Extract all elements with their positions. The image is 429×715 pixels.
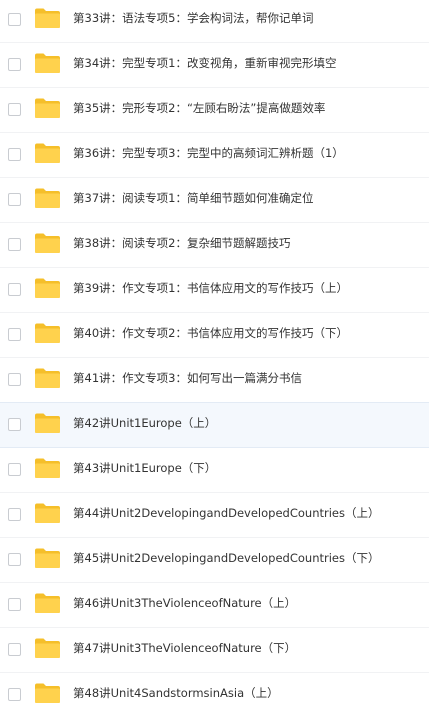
- select-checkbox[interactable]: [8, 598, 21, 611]
- file-name[interactable]: 第40讲：作文专项2：书信体应用文的写作技巧（下）: [73, 325, 348, 341]
- file-name[interactable]: 第33讲：语法专项5：学会构词法，帮你记单词: [73, 10, 313, 26]
- select-checkbox[interactable]: [8, 193, 21, 206]
- file-name[interactable]: 第38讲：阅读专项2：复杂细节题解题技巧: [73, 235, 290, 251]
- select-checkbox[interactable]: [8, 238, 21, 251]
- file-name[interactable]: 第36讲：完型专项3：完型中的高频词汇辨析题（1）: [73, 145, 344, 161]
- select-checkbox[interactable]: [8, 58, 21, 71]
- file-row[interactable]: 第38讲：阅读专项2：复杂细节题解题技巧: [0, 223, 429, 268]
- select-checkbox[interactable]: [8, 373, 21, 386]
- file-name[interactable]: 第44讲Unit2DevelopingandDevelopedCountries…: [73, 505, 379, 521]
- file-name[interactable]: 第39讲：作文专项1：书信体应用文的写作技巧（上）: [73, 280, 348, 296]
- select-checkbox[interactable]: [8, 643, 21, 656]
- folder-icon[interactable]: [34, 52, 61, 74]
- file-name[interactable]: 第45讲Unit2DevelopingandDevelopedCountries…: [73, 550, 379, 566]
- file-name[interactable]: 第41讲：作文专项3：如何写出一篇满分书信: [73, 370, 302, 386]
- file-name[interactable]: 第46讲Unit3TheViolenceofNature（上）: [73, 595, 296, 611]
- file-list: 第33讲：语法专项5：学会构词法，帮你记单词 第34讲：完型专项1：改变视角，重…: [0, 0, 429, 715]
- folder-icon[interactable]: [34, 637, 61, 659]
- select-checkbox[interactable]: [8, 328, 21, 341]
- file-name[interactable]: 第37讲：阅读专项1：简单细节题如何准确定位: [73, 190, 313, 206]
- file-row[interactable]: 第35讲：完形专项2：“左顾右盼法”提高做题效率: [0, 88, 429, 133]
- folder-icon[interactable]: [34, 142, 61, 164]
- folder-icon[interactable]: [34, 187, 61, 209]
- file-name[interactable]: 第42讲Unit1Europe（上）: [73, 415, 216, 431]
- folder-icon[interactable]: [34, 412, 61, 434]
- file-row[interactable]: 第39讲：作文专项1：书信体应用文的写作技巧（上）: [0, 268, 429, 313]
- file-row[interactable]: 第45讲Unit2DevelopingandDevelopedCountries…: [0, 538, 429, 583]
- file-row[interactable]: 第36讲：完型专项3：完型中的高频词汇辨析题（1）: [0, 133, 429, 178]
- folder-icon[interactable]: [34, 592, 61, 614]
- select-checkbox[interactable]: [8, 463, 21, 476]
- select-checkbox[interactable]: [8, 553, 21, 566]
- file-row[interactable]: 第42讲Unit1Europe（上）: [0, 402, 429, 448]
- folder-icon[interactable]: [34, 682, 61, 704]
- folder-icon[interactable]: [34, 547, 61, 569]
- file-row[interactable]: 第43讲Unit1Europe（下）: [0, 448, 429, 493]
- select-checkbox[interactable]: [8, 508, 21, 521]
- folder-icon[interactable]: [34, 7, 61, 29]
- file-row[interactable]: 第41讲：作文专项3：如何写出一篇满分书信: [0, 358, 429, 403]
- file-row[interactable]: 第44讲Unit2DevelopingandDevelopedCountries…: [0, 493, 429, 538]
- folder-icon[interactable]: [34, 97, 61, 119]
- file-name[interactable]: 第34讲：完型专项1：改变视角，重新审视完形填空: [73, 55, 336, 71]
- folder-icon[interactable]: [34, 277, 61, 299]
- select-checkbox[interactable]: [8, 283, 21, 296]
- folder-icon[interactable]: [34, 367, 61, 389]
- file-name[interactable]: 第47讲Unit3TheViolenceofNature（下）: [73, 640, 296, 656]
- file-name[interactable]: 第35讲：完形专项2：“左顾右盼法”提高做题效率: [73, 100, 325, 116]
- folder-icon[interactable]: [34, 322, 61, 344]
- file-row[interactable]: 第46讲Unit3TheViolenceofNature（上）: [0, 583, 429, 628]
- folder-icon[interactable]: [34, 457, 61, 479]
- select-checkbox[interactable]: [8, 688, 21, 701]
- file-row[interactable]: 第47讲Unit3TheViolenceofNature（下）: [0, 628, 429, 673]
- file-row[interactable]: 第33讲：语法专项5：学会构词法，帮你记单词: [0, 0, 429, 43]
- file-name[interactable]: 第43讲Unit1Europe（下）: [73, 460, 216, 476]
- select-checkbox[interactable]: [8, 418, 21, 431]
- select-checkbox[interactable]: [8, 13, 21, 26]
- file-row[interactable]: 第37讲：阅读专项1：简单细节题如何准确定位: [0, 178, 429, 223]
- folder-icon[interactable]: [34, 502, 61, 524]
- select-checkbox[interactable]: [8, 148, 21, 161]
- select-checkbox[interactable]: [8, 103, 21, 116]
- file-name[interactable]: 第48讲Unit4SandstormsinAsia（上）: [73, 685, 279, 701]
- file-row[interactable]: 第34讲：完型专项1：改变视角，重新审视完形填空: [0, 43, 429, 88]
- file-row[interactable]: 第48讲Unit4SandstormsinAsia（上）: [0, 673, 429, 715]
- folder-icon[interactable]: [34, 232, 61, 254]
- file-row[interactable]: 第40讲：作文专项2：书信体应用文的写作技巧（下）: [0, 313, 429, 358]
